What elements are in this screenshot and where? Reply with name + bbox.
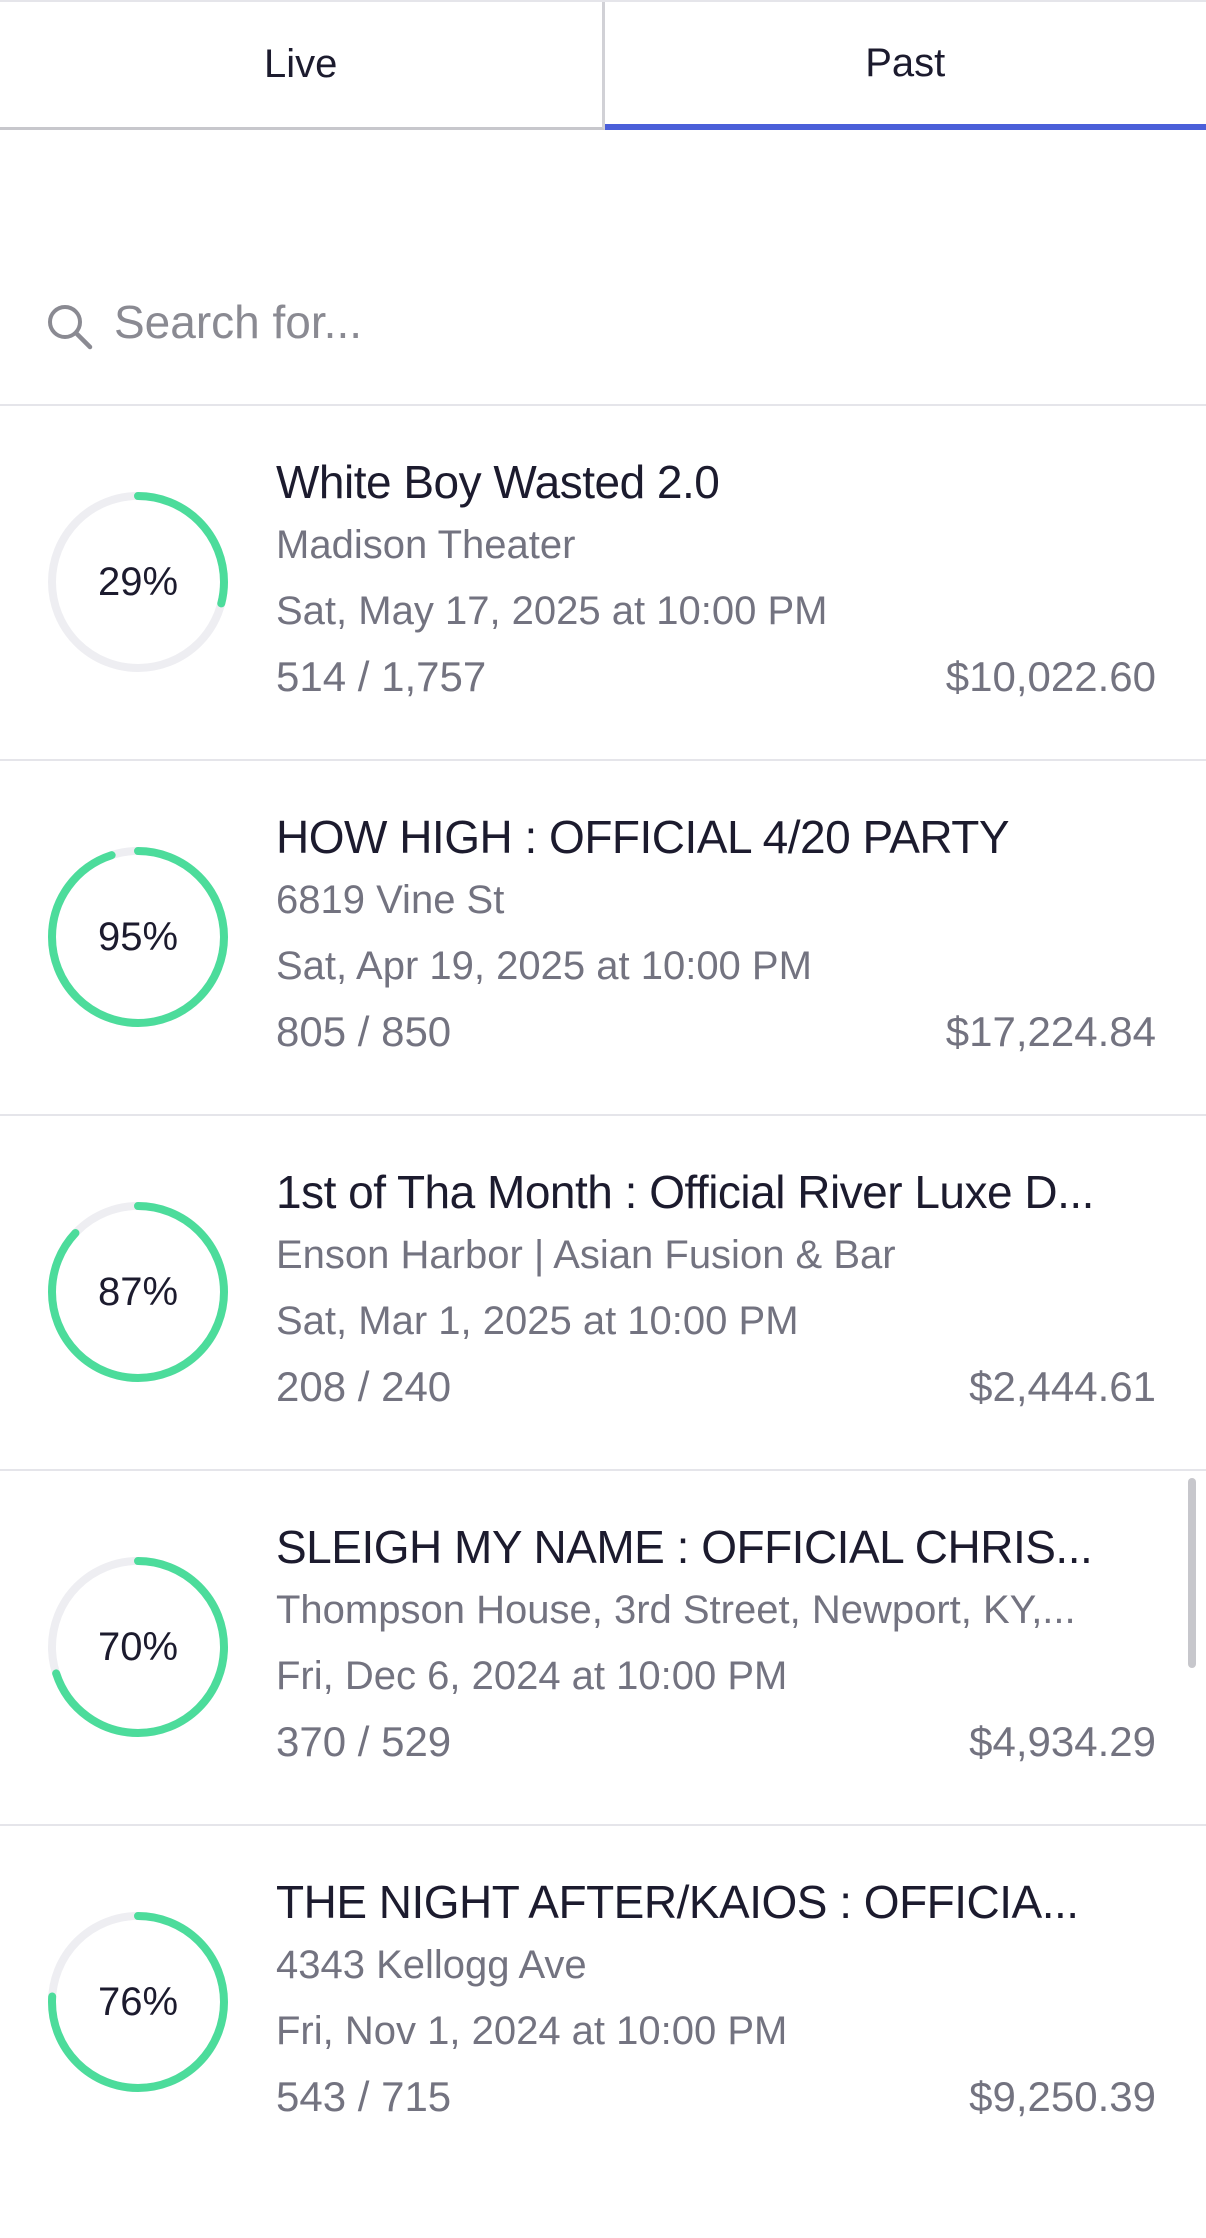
event-venue: 6819 Vine St [276,878,505,922]
sales-progress-ring: 70% [46,1555,230,1739]
event-revenue: $4,934.29 [969,1718,1156,1765]
tickets-sold: 543 / 715 [276,2073,452,2120]
tab-past-label: Past [865,40,946,85]
tab-bar: Live Past [0,0,1206,130]
sales-progress-ring: 87% [46,1200,230,1384]
event-list: 29% White Boy Wasted 2.0 Madison Theater… [0,406,1206,2181]
event-title: SLEIGH MY NAME : OFFICIAL CHRIS... [276,1521,1093,1573]
event-title: THE NIGHT AFTER/KAIOS : OFFICIA... [276,1876,1079,1928]
event-row[interactable]: 29% White Boy Wasted 2.0 Madison Theater… [0,406,1206,761]
search-input[interactable] [114,295,1114,349]
sales-progress-ring: 29% [46,490,230,674]
search-bar [0,250,1206,406]
event-title: White Boy Wasted 2.0 [276,456,720,508]
event-title: 1st of Tha Month : Official River Luxe D… [276,1166,1094,1218]
search-icon [44,301,96,353]
event-title: HOW HIGH : OFFICIAL 4/20 PARTY [276,811,1010,863]
tickets-sold: 805 / 850 [276,1008,452,1055]
event-date: Sat, Mar 1, 2025 at 10:00 PM [276,1299,799,1343]
event-revenue: $9,250.39 [969,2073,1156,2120]
event-revenue: $10,022.60 [945,653,1156,700]
sales-progress-ring: 76% [46,1910,230,2094]
sales-percent: 95% [97,914,179,959]
event-revenue: $2,444.61 [969,1363,1156,1410]
event-row[interactable]: 95% HOW HIGH : OFFICIAL 4/20 PARTY 6819 … [0,761,1206,1116]
scrollbar[interactable] [1188,1478,1196,1668]
sales-percent: 87% [97,1269,179,1314]
event-row[interactable]: 87% 1st of Tha Month : Official River Lu… [0,1116,1206,1471]
tickets-sold: 370 / 529 [276,1718,452,1765]
event-date: Sat, Apr 19, 2025 at 10:00 PM [276,944,812,988]
sales-progress-ring: 95% [46,845,230,1029]
tickets-sold: 208 / 240 [276,1363,452,1410]
event-date: Fri, Dec 6, 2024 at 10:00 PM [276,1654,788,1698]
event-venue: Thompson House, 3rd Street, Newport, KY,… [276,1588,1076,1632]
event-date: Fri, Nov 1, 2024 at 10:00 PM [276,2009,788,2053]
event-row[interactable]: 70% SLEIGH MY NAME : OFFICIAL CHRIS... T… [0,1471,1206,1826]
tab-live[interactable]: Live [0,2,605,130]
sales-percent: 29% [97,559,179,604]
event-revenue: $17,224.84 [945,1008,1156,1055]
sales-percent: 76% [97,1979,179,2024]
tickets-sold: 514 / 1,757 [276,653,487,700]
tab-live-label: Live [264,42,338,86]
sales-percent: 70% [97,1624,179,1669]
event-date: Sat, May 17, 2025 at 10:00 PM [276,589,828,633]
event-venue: 4343 Kellogg Ave [276,1943,587,1987]
event-venue: Madison Theater [276,523,576,567]
event-venue: Enson Harbor | Asian Fusion & Bar [276,1233,896,1277]
tab-past[interactable]: Past [604,2,1206,130]
event-row[interactable]: 76% THE NIGHT AFTER/KAIOS : OFFICIA... 4… [0,1826,1206,2181]
